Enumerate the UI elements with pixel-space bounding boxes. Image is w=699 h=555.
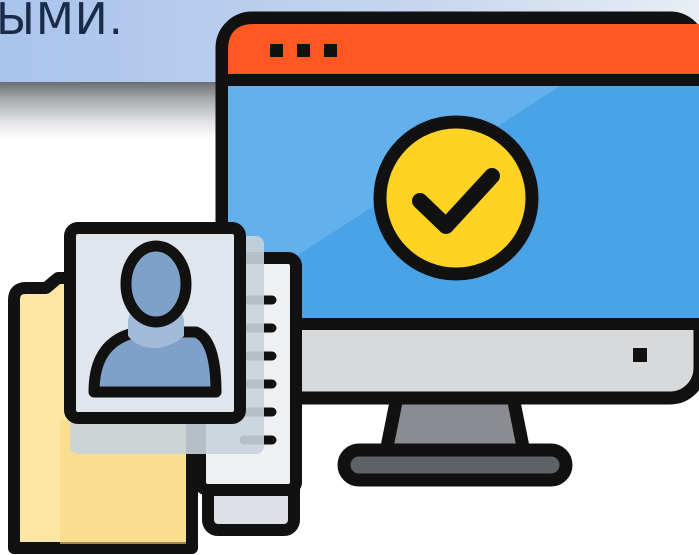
window-dot: [270, 44, 283, 57]
illustration: [8, 11, 699, 554]
window-dot: [324, 44, 337, 57]
checkmark-icon: [373, 115, 539, 281]
user-profile-card-icon: [64, 222, 264, 454]
window-dot: [297, 44, 310, 57]
